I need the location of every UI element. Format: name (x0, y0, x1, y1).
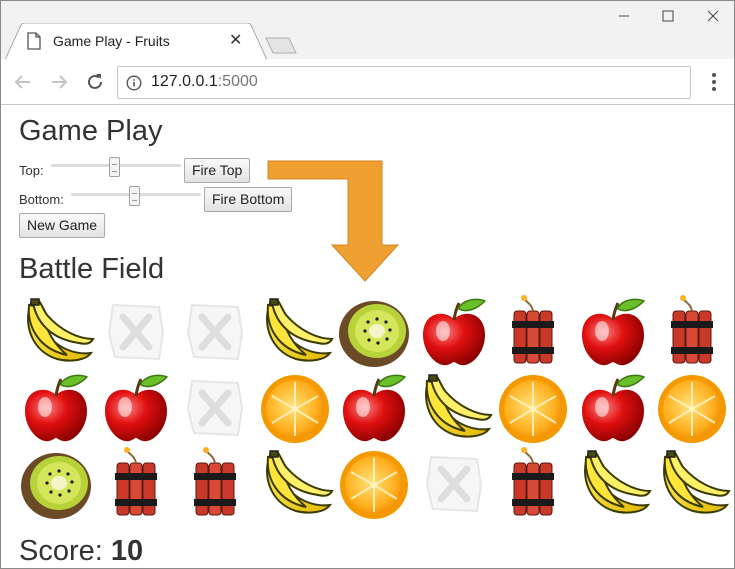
banana-icon (415, 369, 493, 447)
banana-icon (653, 445, 731, 523)
fire-top-button[interactable]: Fire Top (184, 158, 251, 183)
apple-icon (335, 369, 413, 447)
banana-icon (256, 445, 334, 523)
new-tab-button[interactable] (265, 37, 297, 54)
page-title: Game Play (19, 115, 163, 147)
dynamite-icon (97, 445, 175, 523)
apple-icon (574, 369, 652, 447)
banana-icon (256, 293, 334, 371)
browser-toolbar: 127.0.0.1:5000 (1, 59, 734, 105)
tab-title: Game Play - Fruits (53, 33, 170, 49)
score-label: Score: (19, 535, 103, 567)
back-arrow-icon[interactable] (11, 70, 35, 94)
kiwi-icon (335, 293, 413, 371)
orange-icon (335, 445, 413, 523)
orange-icon (653, 369, 731, 447)
browser-window: Game Play - Fruits ✕ 127.0.0.1:5000 Game… (0, 0, 735, 569)
url-port: :5000 (217, 73, 258, 90)
minimize-icon[interactable] (615, 7, 633, 25)
address-bar[interactable]: 127.0.0.1:5000 (117, 66, 691, 99)
score-value: 10 (110, 535, 144, 567)
battlefield-grid (17, 293, 731, 525)
title-bar: Game Play - Fruits ✕ (1, 1, 734, 60)
fire-direction-arrow (267, 160, 400, 282)
kiwi-icon (17, 445, 95, 523)
page-icon (27, 32, 41, 50)
tab-close-icon[interactable]: ✕ (229, 31, 242, 51)
apple-icon (574, 293, 652, 371)
page-content: Game Play Top: Fire Top Bottom: Fire Bot… (1, 105, 734, 568)
bottom-slider-thumb[interactable] (129, 186, 140, 206)
battlefield-heading: Battle Field (19, 253, 165, 285)
apple-icon (415, 293, 493, 371)
maximize-icon[interactable] (659, 7, 677, 25)
top-slider-thumb[interactable] (109, 157, 120, 177)
bottom-slider[interactable] (71, 186, 201, 206)
window-close-icon[interactable] (704, 7, 722, 25)
reload-icon[interactable] (83, 70, 107, 94)
dynamite-icon (653, 293, 731, 371)
top-slider[interactable] (51, 157, 181, 177)
score-display: Score: 10 (19, 535, 143, 568)
dynamite-icon (494, 445, 572, 523)
apple-icon (97, 369, 175, 447)
orange-icon (494, 369, 572, 447)
info-icon[interactable] (126, 75, 142, 91)
url-text: 127.0.0.1:5000 (151, 73, 258, 91)
empty-icon (415, 445, 493, 523)
empty-icon (176, 369, 254, 447)
top-label: Top: (19, 163, 44, 178)
banana-icon (17, 293, 95, 371)
dynamite-icon (176, 445, 254, 523)
empty-icon (176, 293, 254, 371)
new-game-button[interactable]: New Game (19, 213, 106, 238)
dynamite-icon (494, 293, 572, 371)
apple-icon (17, 369, 95, 447)
orange-icon (256, 369, 334, 447)
empty-icon (97, 293, 175, 371)
forward-arrow-icon[interactable] (47, 70, 71, 94)
banana-icon (574, 445, 652, 523)
url-host: 127.0.0.1 (151, 73, 218, 90)
bottom-label: Bottom: (19, 192, 64, 207)
browser-menu-icon[interactable] (704, 71, 724, 93)
